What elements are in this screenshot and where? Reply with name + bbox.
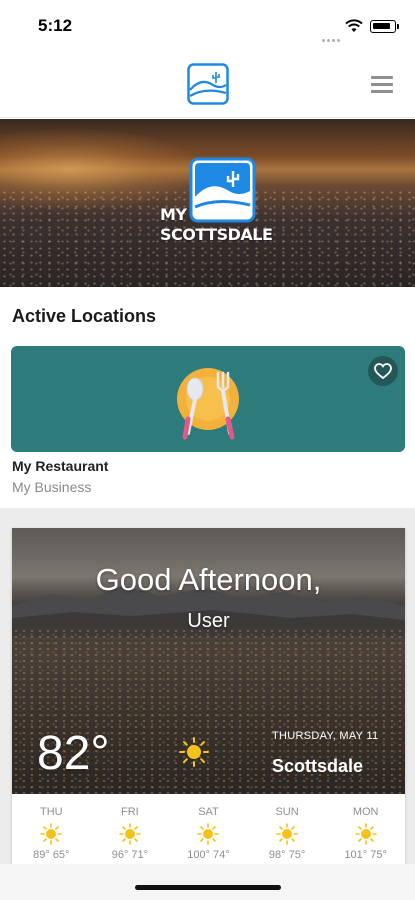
forecast-temps: 98° 75° — [268, 849, 306, 861]
hamburger-menu-icon[interactable] — [371, 76, 393, 94]
status-time: 5:12 — [38, 16, 73, 35]
sun-icon — [119, 823, 141, 845]
current-temperature: 82° — [37, 727, 110, 780]
favorite-button[interactable] — [368, 356, 398, 386]
home-indicator[interactable] — [135, 885, 281, 890]
app-header — [0, 50, 415, 118]
forecast-day-name: MON — [352, 806, 379, 818]
forecast-day[interactable]: THU 89° 65° — [12, 794, 91, 864]
forecast-day[interactable]: FRI 96° 71° — [91, 794, 170, 864]
forecast-day[interactable]: MON 101° 75° — [326, 794, 405, 864]
forecast-day-name: SUN — [275, 806, 299, 818]
active-locations-heading: Active Locations — [12, 306, 157, 326]
forecast-day[interactable]: SAT 100° 74° — [169, 794, 248, 864]
forecast-temps: 89° 65° — [33, 849, 70, 861]
sun-icon — [276, 823, 298, 845]
battery-cap — [397, 24, 399, 29]
location-card-my-restaurant[interactable] — [11, 346, 405, 452]
weather-card[interactable]: Good Afternoon, User 82° THURSDAY, MAY 1… — [12, 528, 405, 864]
hero-banner: MY SCOTTSDALE — [0, 119, 415, 287]
location-subtitle: My Business — [12, 479, 92, 495]
greeting-text: Good Afternoon, — [95, 562, 322, 597]
forecast-strip: THU 89° 65° FRI 96° 71° SAT 100° 74° SUN… — [12, 794, 405, 864]
sun-icon — [40, 823, 63, 845]
hero-brand-title: MY SCOTTSDALE — [160, 205, 273, 245]
wifi-icon — [345, 19, 363, 32]
status-bar: 5:12 — [0, 0, 415, 50]
hero-title-line1: MY — [160, 205, 187, 224]
sun-icon — [179, 737, 209, 767]
date-label: THURSDAY, MAY 11 — [272, 730, 379, 742]
user-name: User — [187, 610, 230, 632]
sun-icon — [354, 823, 377, 845]
city-label: Scottsdale — [272, 756, 364, 776]
plate-spoon-fork-icon — [177, 368, 239, 440]
battery-icon — [370, 20, 396, 33]
forecast-day-name: SAT — [198, 806, 219, 818]
forecast-temps: 96° 71° — [111, 849, 149, 861]
my-scottsdale-logo-icon[interactable] — [187, 63, 229, 105]
forecast-day-name: THU — [39, 806, 63, 818]
sun-icon — [197, 823, 220, 845]
forecast-temps: 100° 74° — [187, 849, 230, 861]
location-name[interactable]: My Restaurant — [12, 458, 108, 474]
weather-background-photo: Good Afternoon, User 82° THURSDAY, MAY 1… — [12, 528, 405, 794]
heart-icon — [374, 363, 392, 379]
bottom-bar — [0, 864, 415, 900]
hero-title-line2: SCOTTSDALE — [160, 225, 273, 244]
signal-dots-icon — [322, 29, 342, 42]
forecast-day-name: FRI — [121, 806, 139, 818]
forecast-day[interactable]: SUN 98° 75° — [248, 794, 327, 864]
forecast-temps: 101° 75° — [344, 849, 387, 861]
